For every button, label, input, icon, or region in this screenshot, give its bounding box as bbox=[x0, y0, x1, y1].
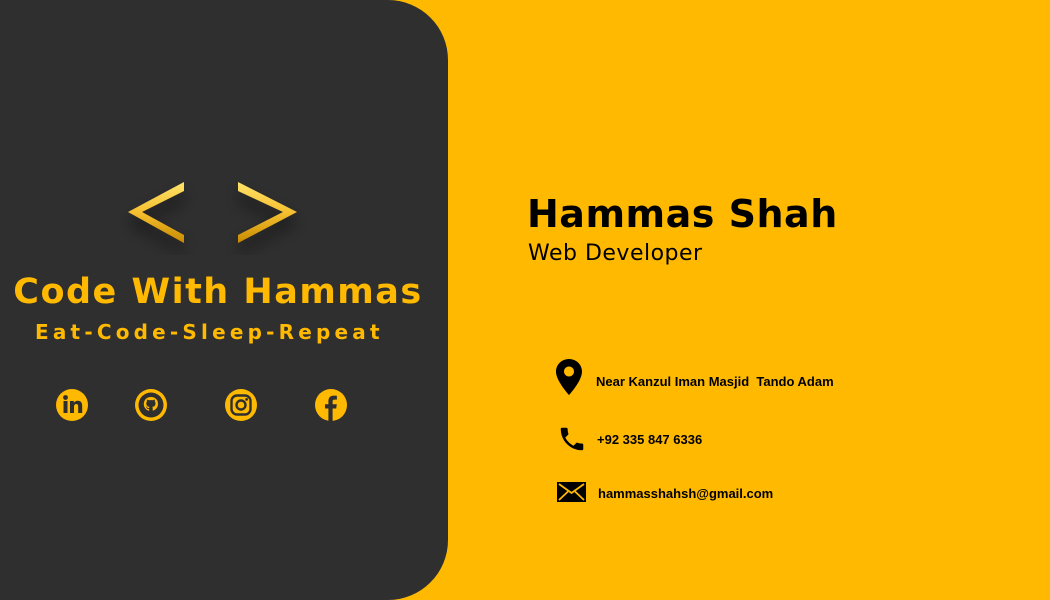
github-link[interactable] bbox=[134, 388, 168, 422]
facebook-icon bbox=[315, 389, 347, 421]
phone-icon bbox=[560, 427, 584, 451]
instagram-link[interactable] bbox=[224, 388, 258, 422]
code-brackets-icon bbox=[128, 182, 297, 243]
facebook-link[interactable] bbox=[314, 388, 348, 422]
person-role: Web Developer bbox=[528, 241, 703, 266]
instagram-icon bbox=[225, 389, 257, 421]
person-name: Hammas Shah bbox=[527, 192, 838, 236]
linkedin-icon bbox=[56, 389, 88, 421]
address-text: Near Kanzul Iman Masjid Tando Adam bbox=[596, 374, 834, 389]
mail-icon bbox=[557, 482, 586, 502]
linkedin-link[interactable] bbox=[55, 388, 89, 422]
github-icon bbox=[135, 389, 167, 421]
map-pin-icon bbox=[556, 359, 582, 395]
phone-text: +92 335 847 6336 bbox=[597, 432, 703, 447]
brand-tagline: Eat-Code-Sleep-Repeat bbox=[35, 320, 384, 344]
email-text[interactable]: hammasshahsh@gmail.com bbox=[598, 486, 773, 501]
brand-name: Code With Hammas bbox=[13, 272, 423, 312]
brand-panel: Code With Hammas Eat-Code-Sleep-Repeat bbox=[0, 0, 448, 600]
